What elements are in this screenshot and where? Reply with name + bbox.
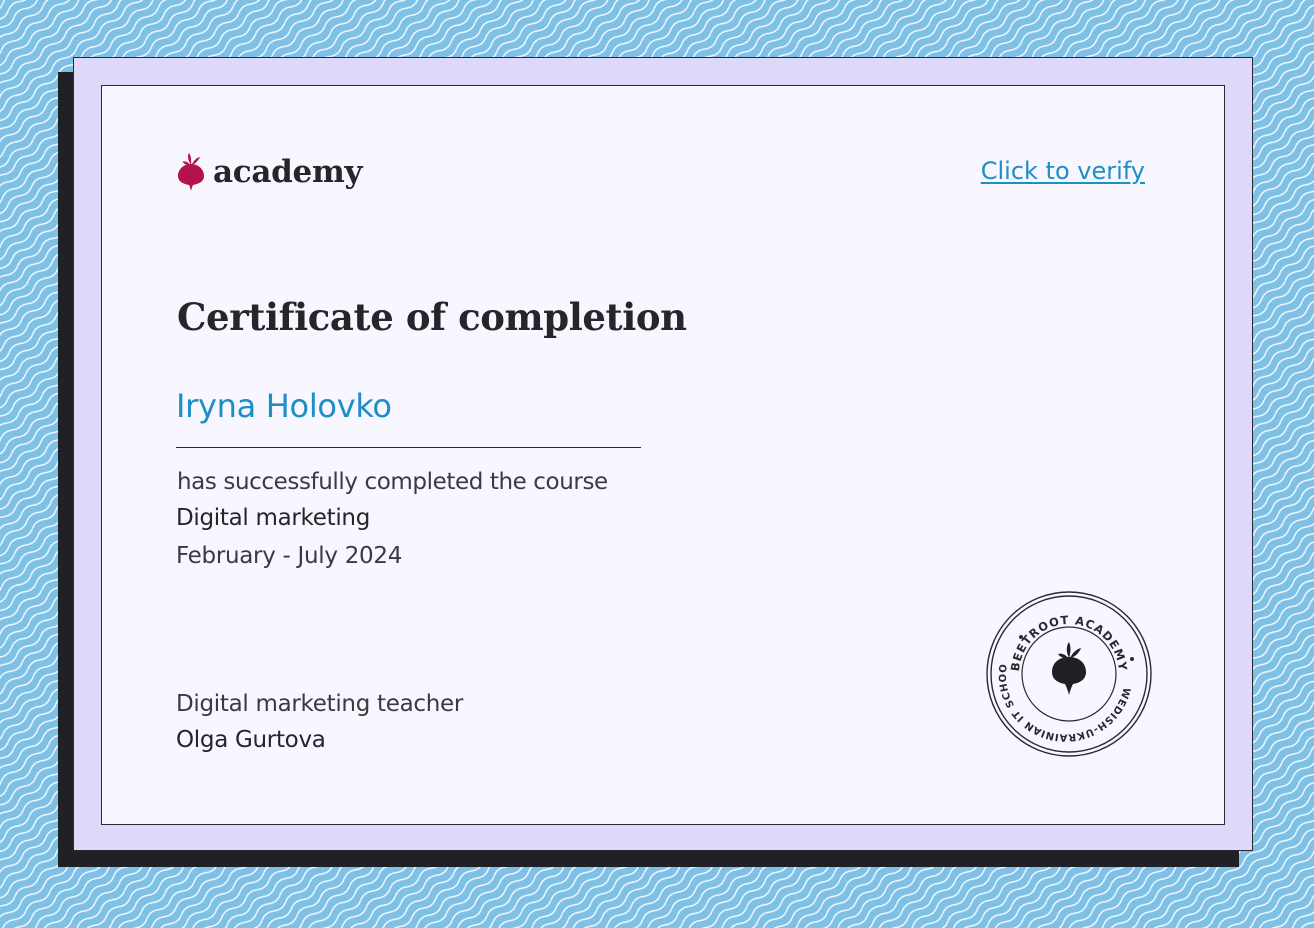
- academy-logo: academy: [176, 150, 362, 194]
- teacher-name: Olga Gurtova: [176, 727, 326, 753]
- logo-wordmark: academy: [213, 154, 363, 190]
- recipient-name: Iryna Holovko: [176, 387, 392, 425]
- beetroot-logo-icon: [178, 153, 204, 191]
- course-name: Digital marketing: [176, 505, 370, 531]
- course-dates: February - July 2024: [176, 543, 403, 569]
- seal-graphic: BEETROOT ACADEMY SWEDISH-UKRAINIAN IT SC…: [985, 590, 1152, 757]
- beetroot-icon: [1052, 642, 1086, 695]
- certificate-title: Certificate of completion: [177, 295, 687, 339]
- academy-seal: BEETROOT ACADEMY SWEDISH-UKRAINIAN IT SC…: [985, 590, 1153, 758]
- teacher-role: Digital marketing teacher: [176, 691, 463, 717]
- verify-link[interactable]: Click to verify: [981, 155, 1145, 187]
- recipient-underline: [176, 447, 641, 448]
- completion-statement: has successfully completed the course: [177, 469, 608, 495]
